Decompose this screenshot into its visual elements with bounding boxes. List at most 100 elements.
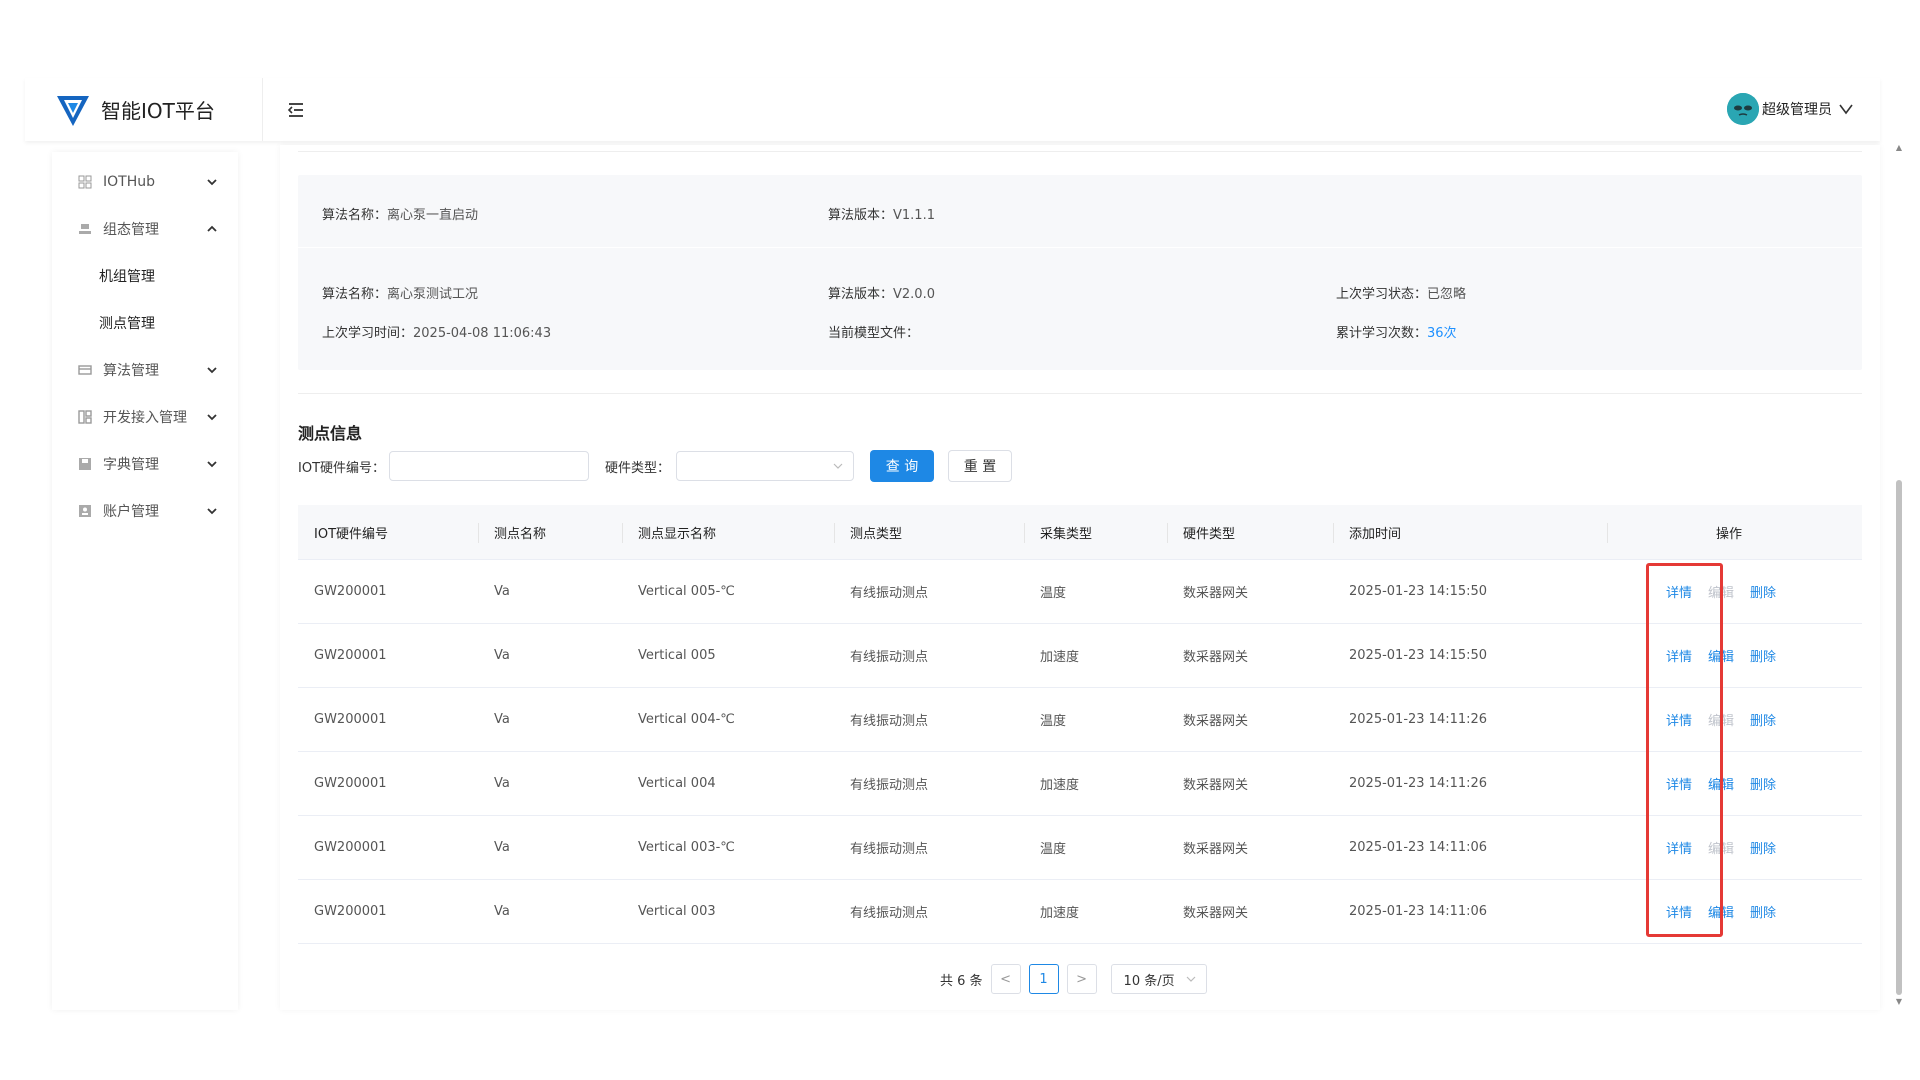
scroll-thumb[interactable] [1896,480,1902,995]
algo1-name: 算法名称：离心泵一直启动 [322,208,479,223]
detail-button[interactable]: 详情 [1666,582,1692,601]
row-actions: 详情 编辑 删除 [1666,646,1776,665]
cell-display: Vertical 003 [638,904,716,919]
cell-type: 有线振动测点 [850,778,929,793]
iot-id-input[interactable] [389,451,590,481]
cell-hw: 数采器网关 [1183,842,1249,857]
edit-button[interactable]: 编辑 [1708,774,1734,793]
sidebar-item-label: 字典管理 [103,456,159,473]
card-icon [78,364,92,375]
edit-button: 编辑 [1708,842,1735,857]
cell-iot: GW200001 [314,584,387,599]
menu-fold-icon[interactable] [285,99,307,121]
cell-display: Vertical 004-℃ [638,712,735,727]
sidebar-item-iothub[interactable]: IOTHub [52,158,238,205]
grid-icon [78,175,92,188]
edit-button[interactable]: 编辑 [1708,902,1734,921]
cell-hw: 数采器网关 [1183,650,1249,665]
delete-button[interactable]: 删除 [1750,838,1776,857]
scroll-down-icon[interactable]: ▼ [1894,998,1904,1006]
detail-button[interactable]: 详情 [1666,838,1692,857]
avatar[interactable] [1727,93,1759,125]
table-row: GW200001 Va Vertical 005-℃ 有线振动测点 温度 数采器… [298,560,1862,624]
save-icon [79,457,91,470]
hw-type-label: 硬件类型： [605,460,671,476]
reset-button[interactable]: 重 置 [948,450,1013,482]
cell-collect: 温度 [1040,586,1067,601]
chevron-down-icon [833,463,843,469]
algorithm-panel: 算法名称：离心泵一直启动 算法版本：V1.1.1 算法名称：离心泵测试工况 算法… [298,175,1862,370]
detail-button[interactable]: 详情 [1666,902,1692,921]
divider [298,151,1862,152]
apps-icon [78,409,92,424]
sidebar-item-account[interactable]: 账户管理 [52,487,238,534]
next-page-button[interactable]: > [1066,964,1097,994]
detail-button[interactable]: 详情 [1666,710,1692,729]
sidebar-item-label: 组态管理 [103,221,159,238]
sidebar-item-config[interactable]: 组态管理 [52,205,238,252]
divider [834,523,835,543]
cell-display: Vertical 005-℃ [638,584,735,599]
edit-button[interactable]: 编辑 [1708,646,1734,665]
sidebar-item-algorithm[interactable]: 算法管理 [52,346,238,393]
hw-type-select[interactable] [676,451,855,481]
chevron-down-icon [207,507,217,514]
sidebar-item-dictionary[interactable]: 字典管理 [52,440,238,487]
query-button[interactable]: 查 询 [870,450,935,482]
algo2-version: 算法版本：V2.0.0 [828,287,935,302]
algo1-version: 算法版本：V1.1.1 [828,208,935,223]
table-row: GW200001 Va Vertical 004 有线振动测点 加速度 数采器网… [298,752,1862,816]
algo2-name: 算法名称：离心泵测试工况 [322,287,479,302]
column-header: 操作 [1716,526,1743,542]
cell-type: 有线振动测点 [850,906,929,921]
page-button[interactable]: 1 [1028,964,1059,994]
delete-button[interactable]: 删除 [1750,646,1776,665]
sidebar-item-label: 开发接入管理 [103,409,187,426]
column-header: 硬件类型 [1183,526,1236,542]
user-menu[interactable]: 超级管理员 [1727,93,1854,125]
cell-iot: GW200001 [314,712,387,727]
row-actions: 详情 编辑 删除 [1666,582,1776,601]
column-header: 测点类型 [850,526,903,542]
cell-collect: 加速度 [1040,778,1080,793]
scrollbar[interactable]: ▲ ▼ [1892,140,1906,1010]
cell-time: 2025-01-23 14:11:06 [1349,904,1488,919]
header-divider [262,78,263,141]
cell-iot: GW200001 [314,776,387,791]
detail-button[interactable]: 详情 [1666,774,1692,793]
delete-button[interactable]: 删除 [1750,710,1776,729]
column-header: 添加时间 [1349,526,1402,542]
scroll-up-icon[interactable]: ▲ [1894,144,1904,152]
table-header: IOT硬件编号 测点名称 测点显示名称 测点类型 采集类型 硬件类型 添加时间 … [298,505,1862,560]
logo-text: 智能IOT平台 [101,99,215,123]
cell-hw: 数采器网关 [1183,778,1249,793]
pagination: 共 6 条 < 1 > 10 条/页 [940,963,1207,995]
cell-name: Va [494,584,510,599]
prev-page-button[interactable]: < [990,964,1021,994]
divider [1167,523,1168,543]
divider [1607,523,1608,543]
algo2-last-time: 上次学习时间：2025-04-08 11:06:43 [322,326,552,341]
cell-collect: 加速度 [1040,650,1080,665]
logo[interactable]: 智能IOT平台 [55,92,260,128]
cell-time: 2025-01-23 14:15:50 [1349,584,1488,599]
sidebar-item-dev-access[interactable]: 开发接入管理 [52,393,238,440]
cell-name: Va [494,712,510,727]
page-size-select[interactable]: 10 条/页 [1110,964,1207,994]
divider [622,523,623,543]
layers-icon [79,223,91,234]
chevron-down-icon [207,178,217,185]
cell-display: Vertical 003-℃ [638,840,735,855]
chevron-down-icon[interactable] [1838,101,1854,117]
detail-button[interactable]: 详情 [1666,646,1692,665]
delete-button[interactable]: 删除 [1750,582,1776,601]
sidebar-subitem-points[interactable]: 测点管理 [52,299,238,346]
cell-name: Va [494,776,510,791]
delete-button[interactable]: 删除 [1750,902,1776,921]
delete-button[interactable]: 删除 [1750,774,1776,793]
user-card-icon [79,504,91,517]
sidebar-item-label: IOTHub [103,173,155,190]
cell-iot: GW200001 [314,904,387,919]
sidebar-subitem-unit[interactable]: 机组管理 [52,252,238,299]
row-actions: 详情 编辑 删除 [1666,838,1776,857]
